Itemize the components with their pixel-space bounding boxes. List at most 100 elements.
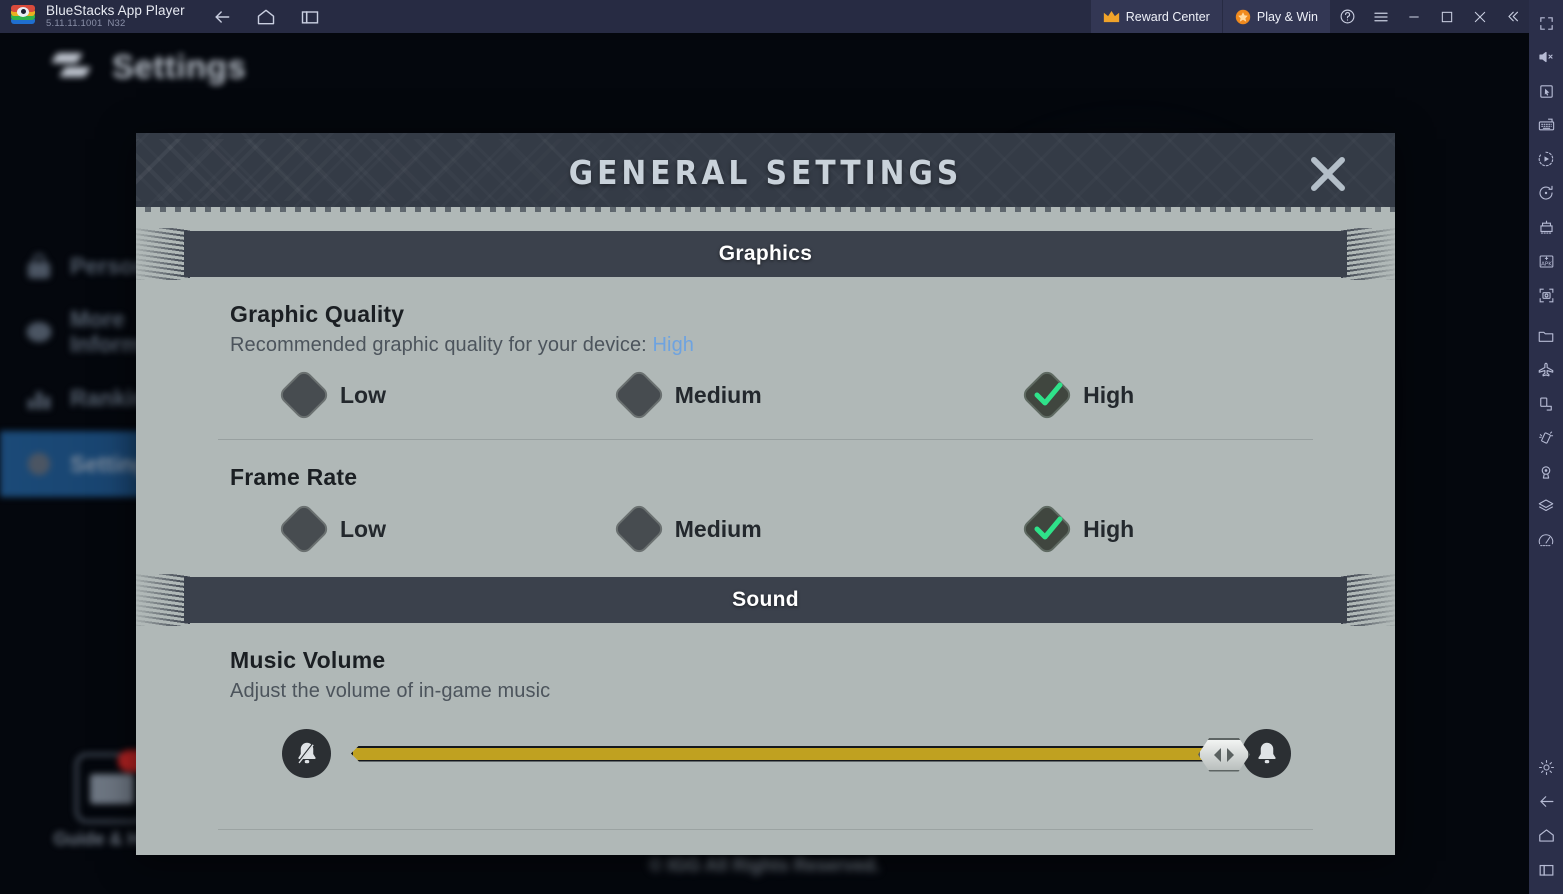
info-icon [22, 315, 56, 349]
frame-rate-options: Low Medium High [230, 502, 1301, 556]
settings-diamond-logo [50, 47, 96, 87]
setting-description: Adjust the volume of in-game music [230, 680, 551, 702]
dialog-title: GENERAL SETTINGS [568, 153, 963, 192]
gear-icon[interactable] [1529, 750, 1563, 784]
screenshot-icon[interactable] [1529, 278, 1563, 312]
coin-icon [1235, 9, 1251, 24]
app-name: BlueStacks App Player [46, 3, 185, 18]
dialog-header: GENERAL SETTINGS [136, 133, 1395, 212]
dialog-body: Graphics Graphic Quality Recommended gra… [136, 231, 1395, 855]
divider [218, 439, 1313, 440]
app-identity: BlueStacks App Player 5.11.11.1001 N32 [46, 3, 185, 30]
fullscreen-icon[interactable] [1529, 6, 1563, 40]
maximize-icon[interactable] [1430, 0, 1463, 33]
hamburger-menu-icon[interactable] [1364, 0, 1397, 33]
general-settings-dialog: GENERAL SETTINGS Graphics Graphic Qualit… [136, 133, 1395, 855]
bell-muted-icon[interactable] [282, 729, 331, 778]
option-label: Medium [674, 381, 762, 408]
macro-icon[interactable] [1529, 142, 1563, 176]
back-icon[interactable] [207, 4, 237, 30]
multi-instance-icon[interactable] [295, 4, 325, 30]
multi-instance-sync-icon[interactable] [1529, 210, 1563, 244]
section-title: Graphics [718, 242, 813, 265]
game-viewport: Settings Personal info More Infor [0, 33, 1529, 894]
close-icon[interactable] [1463, 0, 1496, 33]
option-graphic-quality-medium[interactable]: Medium [611, 368, 1025, 422]
bluestacks-logo-icon [10, 4, 36, 30]
left-right-arrows-icon [1214, 747, 1234, 762]
minimize-icon[interactable] [1397, 0, 1430, 33]
setting-graphic-quality: Graphic Quality Recommended graphic qual… [136, 301, 1395, 422]
shake-icon[interactable] [1529, 421, 1563, 455]
airplane-icon[interactable] [1529, 353, 1563, 387]
home-icon[interactable] [251, 4, 281, 30]
app-version: 5.11.11.1001 N32 [46, 18, 185, 30]
option-frame-rate-medium[interactable]: Medium [611, 502, 1025, 556]
header-torn-edge [136, 207, 1395, 212]
home-icon[interactable] [1529, 818, 1563, 852]
bluestacks-sidebar: APK [1529, 0, 1563, 894]
book-icon [75, 750, 148, 823]
back-icon[interactable] [1529, 784, 1563, 818]
instance-name: N32 [107, 18, 126, 29]
setting-label: Music Volume [230, 647, 386, 673]
bell-icon[interactable] [1242, 729, 1291, 778]
recents-icon[interactable] [1529, 852, 1563, 886]
help-icon[interactable] [1331, 0, 1364, 33]
play-and-win-button[interactable]: Play & Win [1222, 0, 1331, 33]
option-graphic-quality-low[interactable]: Low [230, 368, 617, 422]
setting-label: Graphic Quality [230, 301, 405, 327]
option-frame-rate-low[interactable]: Low [230, 502, 617, 556]
checkmark-icon [1034, 516, 1063, 540]
gear-icon [22, 447, 56, 481]
section-banner-sound: Sound [148, 577, 1383, 623]
titlebar-right-group: Reward Center Play & Win [1089, 0, 1529, 33]
radio-diamond-icon [277, 502, 331, 556]
option-frame-rate-high[interactable]: High [1020, 502, 1301, 556]
crown-icon [1103, 10, 1119, 22]
copyright-text: © IGG All Rights Reserved. [649, 855, 880, 875]
location-icon[interactable] [1529, 455, 1563, 489]
install-apk-icon[interactable]: APK [1529, 244, 1563, 278]
setting-description: Recommended graphic quality for your dev… [230, 334, 1301, 357]
option-label: Low [340, 381, 386, 408]
page-title: Settings [112, 48, 247, 85]
description-text: Recommended graphic quality for your dev… [230, 334, 653, 356]
section-title: Sound [732, 588, 799, 611]
lock-icon [22, 249, 56, 283]
option-label: Low [340, 515, 386, 542]
reward-center-label: Reward Center [1125, 9, 1210, 24]
recommended-value: High [652, 334, 695, 356]
rotate-icon[interactable] [1529, 176, 1563, 210]
option-graphic-quality-high[interactable]: High [1020, 368, 1301, 422]
mute-icon[interactable] [1529, 40, 1563, 74]
slider-track [351, 745, 1224, 762]
close-icon[interactable] [1304, 150, 1352, 198]
graphic-quality-options: Low Medium High [230, 368, 1301, 422]
checkmark-icon [1034, 382, 1063, 406]
divider [218, 829, 1313, 830]
option-label: High [1083, 381, 1135, 408]
performance-icon[interactable] [1529, 523, 1563, 557]
radio-diamond-selected-icon [1020, 502, 1074, 556]
bluestacks-titlebar: BlueStacks App Player 5.11.11.1001 N32 Re… [0, 0, 1529, 33]
collapse-icon[interactable] [1496, 0, 1529, 33]
radio-diamond-icon [611, 368, 666, 422]
reward-center-button[interactable]: Reward Center [1089, 0, 1223, 33]
media-folder-icon[interactable] [1529, 319, 1563, 353]
ranking-icon [22, 381, 56, 415]
rotate-screen-icon[interactable] [1529, 387, 1563, 421]
setting-frame-rate: Frame Rate Low Medium High [136, 464, 1395, 556]
version-number: 5.11.11.1001 [46, 18, 103, 29]
radio-diamond-icon [611, 502, 666, 556]
keyboard-icon[interactable] [1529, 108, 1563, 142]
option-label: Medium [674, 515, 762, 542]
section-banner-graphics: Graphics [148, 231, 1383, 277]
cursor-icon[interactable] [1529, 74, 1563, 108]
titlebar-nav-group [207, 4, 325, 30]
layers-icon[interactable] [1529, 489, 1563, 523]
slider-knob[interactable] [1198, 737, 1250, 772]
play-and-win-label: Play & Win [1256, 9, 1318, 24]
music-volume-slider[interactable] [351, 737, 1250, 772]
music-volume-slider-row [230, 729, 1301, 778]
